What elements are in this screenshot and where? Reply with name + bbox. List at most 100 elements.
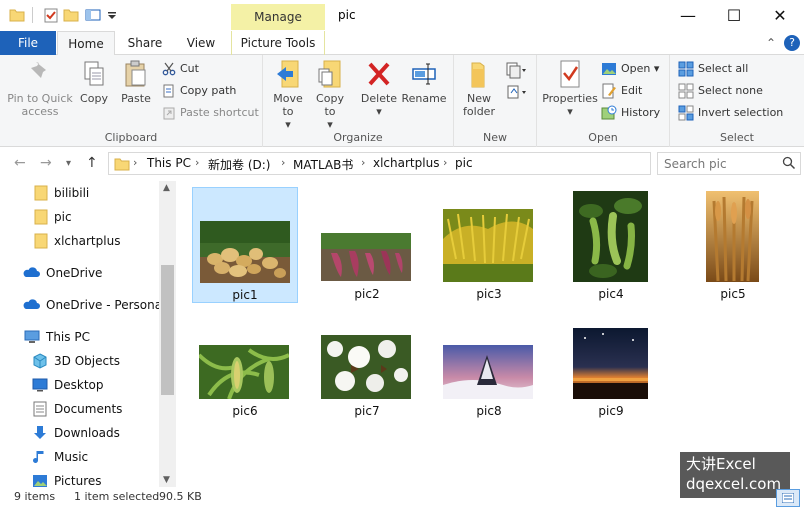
copy-label: Copy: [80, 92, 108, 105]
selection-count: 1 item selected: [74, 490, 160, 503]
nav-item-this-pc[interactable]: This PC: [0, 326, 158, 348]
tab-view[interactable]: View: [175, 31, 227, 55]
nav-item-bilibili[interactable]: bilibili: [0, 182, 158, 204]
file-tile-pic8[interactable]: pic8: [436, 324, 542, 440]
view-toggle-icon[interactable]: [776, 489, 800, 507]
history-label: History: [621, 106, 661, 119]
help-icon[interactable]: ?: [784, 35, 800, 51]
manage-context-tab[interactable]: Manage: [231, 4, 325, 30]
paste-button[interactable]: Paste: [116, 59, 156, 105]
scroll-up-icon[interactable]: ▲: [163, 183, 170, 193]
nav-item-documents[interactable]: Documents: [0, 398, 158, 420]
nav-item-pic[interactable]: pic: [0, 206, 158, 228]
paste-shortcut-button[interactable]: Paste shortcut: [162, 103, 259, 123]
easy-access-icon[interactable]: [505, 83, 527, 101]
tab-home[interactable]: Home: [57, 31, 115, 56]
chevron-up-icon[interactable]: ⌃: [766, 36, 776, 50]
download-icon: [34, 426, 46, 439]
properties-button[interactable]: Properties ▾: [541, 59, 599, 118]
select-all-button[interactable]: Select all: [678, 59, 748, 79]
open-group-label: Open: [588, 131, 618, 144]
scrollbar-thumb[interactable]: [161, 265, 174, 395]
customize-dropdown-icon[interactable]: [107, 7, 117, 23]
invert-selection-button[interactable]: Invert selection: [678, 103, 783, 123]
nav-item-desktop[interactable]: Desktop: [0, 374, 158, 396]
select-none-button[interactable]: Select none: [678, 81, 763, 101]
up-arrow-icon[interactable]: ↑: [86, 155, 98, 171]
cut-button[interactable]: Cut: [162, 59, 199, 79]
file-name: pic5: [720, 287, 746, 301]
copy-button[interactable]: Copy: [76, 59, 112, 105]
pc-icon: [24, 330, 40, 343]
history-button[interactable]: History: [601, 103, 660, 123]
nav-item-music[interactable]: Music: [0, 446, 158, 468]
breadcrumb-drive-d[interactable]: 新加卷 (D:): [208, 156, 270, 173]
close-button[interactable]: ✕: [757, 0, 803, 31]
forward-arrow-icon[interactable]: →: [40, 155, 52, 171]
copy-path-button[interactable]: Copy path: [162, 81, 236, 101]
recent-dropdown-icon[interactable]: ▾: [66, 158, 71, 169]
breadcrumb-xlchartplus[interactable]: xlchartplus: [373, 156, 439, 170]
breadcrumb-pic[interactable]: pic: [455, 156, 473, 170]
nav-label: Documents: [54, 402, 123, 416]
navigation-scrollbar[interactable]: ▲ ▼: [159, 181, 176, 487]
nav-item-3d-objects[interactable]: 3D Objects: [0, 350, 158, 372]
delete-button[interactable]: Delete ▾: [359, 59, 399, 118]
file-tile-pic9[interactable]: pic9: [558, 324, 664, 440]
rename-button[interactable]: Rename: [401, 59, 447, 105]
select-all-label: Select all: [698, 62, 749, 75]
file-tile-pic1[interactable]: pic1: [192, 187, 298, 303]
tab-share[interactable]: Share: [118, 31, 172, 55]
folder-icon: [34, 185, 48, 201]
new-folder-label: New folder: [463, 92, 495, 118]
breadcrumb-separator: ›: [281, 156, 286, 169]
file-tile-pic2[interactable]: pic2: [314, 187, 420, 303]
edit-icon: [602, 83, 616, 99]
nav-item-onedrive-personal[interactable]: OneDrive - Personal: [0, 294, 165, 316]
minimize-button[interactable]: —: [665, 0, 711, 31]
breadcrumb-separator: ›: [195, 156, 200, 169]
scroll-down-icon[interactable]: ▼: [163, 475, 170, 485]
search-input[interactable]: [664, 155, 776, 173]
nav-item-xlchartplus[interactable]: xlchartplus: [0, 230, 158, 252]
new-folder-button[interactable]: New folder: [458, 59, 500, 118]
move-to-button[interactable]: Move to ▾: [269, 59, 307, 131]
cloud-icon: [23, 267, 40, 277]
nav-item-downloads[interactable]: Downloads: [0, 422, 158, 444]
new-item-icon[interactable]: [505, 61, 527, 79]
view-icon[interactable]: [85, 7, 101, 23]
tab-file[interactable]: File: [0, 31, 56, 55]
maximize-button[interactable]: ☐: [711, 0, 757, 31]
nav-item-onedrive[interactable]: OneDrive: [0, 262, 158, 284]
copy-to-button[interactable]: Copy to ▾: [311, 59, 349, 131]
file-tile-pic5[interactable]: pic5: [680, 187, 786, 303]
thumbnail-night-sunset: [573, 328, 648, 399]
properties-icon: [560, 60, 580, 88]
file-tile-pic7[interactable]: pic7: [314, 324, 420, 440]
new-folder-icon[interactable]: [63, 7, 79, 23]
file-tile-pic3[interactable]: pic3: [436, 187, 542, 303]
address-box[interactable]: › This PC › 新加卷 (D:) › MATLAB书 › xlchart…: [108, 152, 751, 175]
edit-button[interactable]: Edit: [601, 81, 642, 101]
chevron-down-icon: ▾: [653, 62, 660, 75]
file-name: pic6: [232, 404, 258, 418]
file-tile-pic6[interactable]: pic6: [192, 324, 298, 440]
nav-item-pictures[interactable]: Pictures: [0, 470, 158, 487]
back-arrow-icon[interactable]: ←: [14, 155, 26, 171]
open-button[interactable]: Open ▾: [601, 59, 659, 79]
tab-picture-tools[interactable]: Picture Tools: [231, 31, 325, 55]
properties-check-icon[interactable]: [43, 7, 59, 23]
breadcrumb-matlab[interactable]: MATLAB书: [293, 156, 353, 173]
folder-icon[interactable]: [9, 7, 25, 23]
organize-group: Move to ▾ Copy to ▾ Delete ▾ Rename Organiz…: [263, 55, 454, 147]
new-group-label: New: [483, 131, 507, 144]
address-bar-row: ← → ▾ ↑ › This PC › 新加卷 (D:) › MATLAB书 ›…: [0, 147, 804, 181]
pin-label: Pin to Quick access: [7, 92, 73, 118]
search-icon[interactable]: [782, 156, 796, 170]
cloud-icon: [23, 299, 40, 309]
file-tile-pic4[interactable]: pic4: [558, 187, 664, 303]
thumbnail-sweet-potatoes: [321, 233, 411, 281]
breadcrumb-this-pc[interactable]: This PC: [147, 156, 191, 170]
history-icon: [601, 105, 617, 120]
pin-quick-access-button[interactable]: Pin to Quick access: [4, 59, 76, 118]
